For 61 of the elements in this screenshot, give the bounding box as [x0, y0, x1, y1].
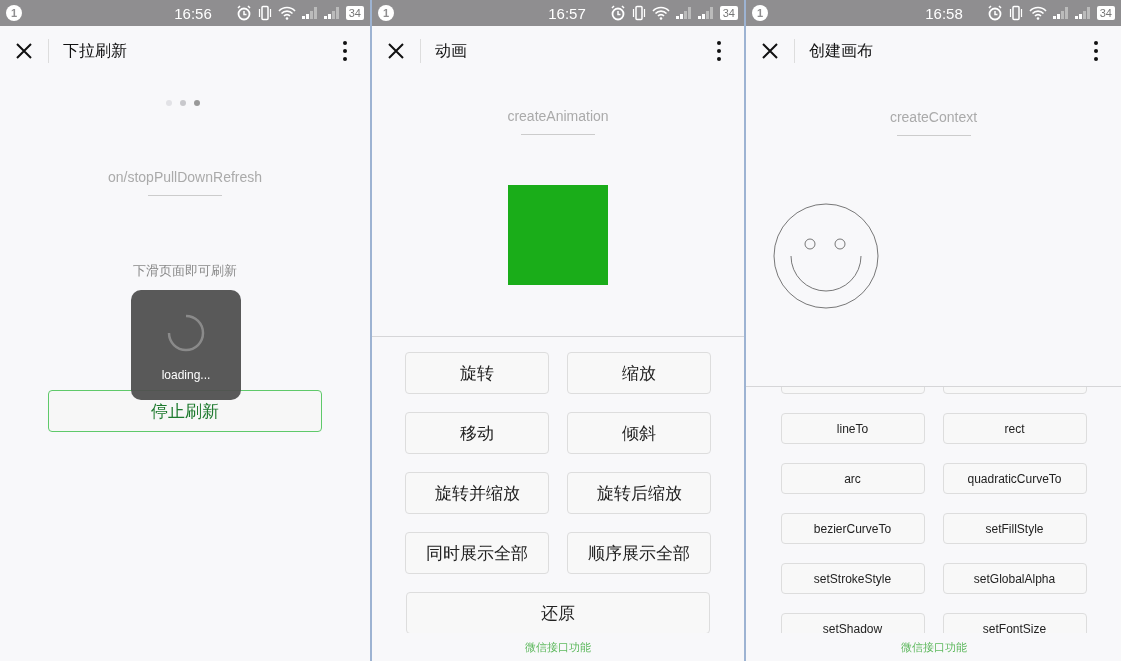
- vibrate-icon: [631, 5, 646, 21]
- wifi-icon: [277, 6, 296, 20]
- page-title: 创建画布: [809, 40, 873, 61]
- footer-text: 微信接口功能: [525, 639, 591, 655]
- page-title: 动画: [435, 40, 467, 61]
- notification-badge: 1: [752, 5, 768, 21]
- reset-button[interactable]: 还原: [406, 592, 710, 633]
- signal-icon: [1052, 7, 1069, 19]
- alarm-icon: [235, 5, 252, 21]
- api-button[interactable]: rect: [942, 413, 1087, 444]
- battery-level: 34: [719, 6, 738, 20]
- api-button[interactable]: arc: [780, 463, 925, 494]
- close-icon[interactable]: [760, 41, 780, 61]
- more-icon[interactable]: [1093, 40, 1099, 62]
- action-button[interactable]: 同时展示全部: [405, 532, 549, 574]
- status-time: 16:58: [925, 4, 963, 22]
- alarm-icon: [609, 5, 626, 21]
- stop-refresh-button[interactable]: 停止刷新: [48, 390, 322, 432]
- notification-badge: 1: [378, 5, 394, 21]
- api-caption: createContext: [889, 109, 978, 125]
- battery-level: 34: [1096, 6, 1115, 20]
- signal-icon: [1074, 7, 1091, 19]
- spinner-icon: [167, 314, 205, 352]
- alarm-icon: [986, 5, 1003, 21]
- action-button[interactable]: 旋转后缩放: [567, 472, 711, 514]
- api-button[interactable]: setGlobalAlpha: [942, 563, 1087, 594]
- api-button[interactable]: setFontSize: [942, 613, 1087, 633]
- api-button[interactable]: quadraticCurveTo: [942, 463, 1087, 494]
- battery-level: 34: [345, 6, 364, 20]
- close-icon[interactable]: [14, 41, 34, 61]
- hint-text: 下滑页面即可刷新: [133, 262, 237, 280]
- action-button[interactable]: 旋转并缩放: [405, 472, 549, 514]
- api-button[interactable]: setShadow: [780, 613, 925, 633]
- api-caption: on/stopPullDownRefresh: [107, 169, 263, 185]
- api-button[interactable]: lineTo: [780, 413, 925, 444]
- wifi-icon: [651, 6, 670, 20]
- signal-icon: [323, 7, 340, 19]
- action-button[interactable]: 缩放: [567, 352, 711, 394]
- toast-text: loading...: [161, 368, 211, 382]
- signal-icon: [675, 7, 692, 19]
- status-time: 16:57: [548, 4, 586, 22]
- action-button[interactable]: 移动: [405, 412, 549, 454]
- api-caption: createAnimation: [507, 108, 609, 124]
- vibrate-icon: [1008, 5, 1023, 21]
- page-title: 下拉刷新: [63, 40, 127, 61]
- close-icon[interactable]: [386, 41, 406, 61]
- signal-icon: [301, 7, 318, 19]
- api-button[interactable]: setStrokeStyle: [780, 563, 925, 594]
- api-button[interactable]: bezierCurveTo: [780, 513, 925, 544]
- api-button[interactable]: setFillStyle: [942, 513, 1087, 544]
- signal-icon: [697, 7, 714, 19]
- action-button[interactable]: 旋转: [405, 352, 549, 394]
- action-button[interactable]: 倾斜: [567, 412, 711, 454]
- more-icon[interactable]: [716, 40, 722, 62]
- status-time: 16:56: [174, 4, 212, 22]
- notification-badge: 1: [6, 5, 22, 21]
- footer-text: 微信接口功能: [900, 639, 967, 655]
- wifi-icon: [1028, 6, 1047, 20]
- vibrate-icon: [257, 5, 272, 21]
- action-button[interactable]: 顺序展示全部: [567, 532, 711, 574]
- more-icon[interactable]: [342, 40, 348, 62]
